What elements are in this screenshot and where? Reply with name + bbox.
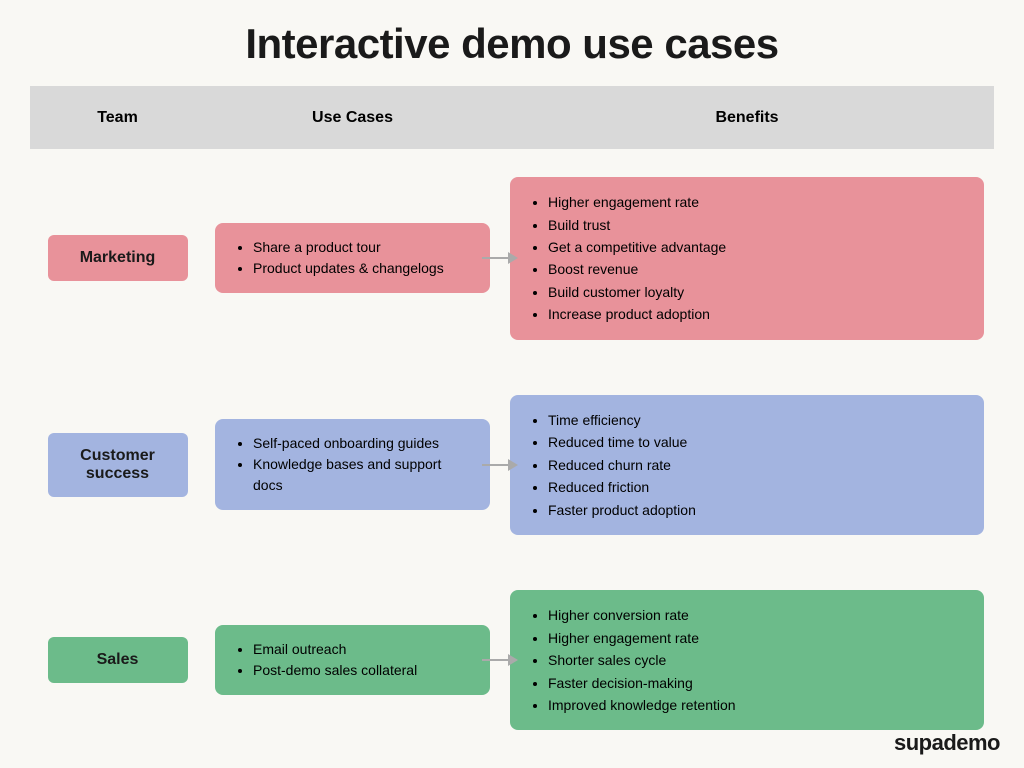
arrow-line xyxy=(482,659,508,661)
list-item: Faster product adoption xyxy=(548,499,966,521)
arrow-head xyxy=(508,252,518,264)
list-item: Faster decision-making xyxy=(548,672,966,694)
header-use-cases: Use Cases xyxy=(205,86,500,149)
arrow-head xyxy=(508,654,518,666)
header-team: Team xyxy=(30,86,205,149)
list-item: Email outreach xyxy=(253,639,472,660)
customer-team-cell: Customer success xyxy=(30,367,205,562)
customer-usecases-box: Self-paced onboarding guides Knowledge b… xyxy=(215,419,490,510)
sales-label: Sales xyxy=(48,637,188,683)
customer-usecases-list: Self-paced onboarding guides Knowledge b… xyxy=(233,433,472,496)
list-item: Higher engagement rate xyxy=(548,627,966,649)
list-item: Reduced time to value xyxy=(548,431,966,453)
list-item: Higher engagement rate xyxy=(548,191,966,213)
list-item: Higher conversion rate xyxy=(548,604,966,626)
marketing-team-cell: Marketing xyxy=(30,149,205,367)
marketing-usecases-cell: Share a product tour Product updates & c… xyxy=(205,149,500,367)
main-table: Team Use Cases Benefits Marketing Share … xyxy=(30,86,994,758)
customer-benefits-cell: Time efficiency Reduced time to value Re… xyxy=(500,367,994,562)
list-item: Share a product tour xyxy=(253,237,472,258)
sales-usecases-cell: Email outreach Post-demo sales collatera… xyxy=(205,563,500,758)
page-title: Interactive demo use cases xyxy=(30,20,994,68)
sales-benefits-list: Higher conversion rate Higher engagement… xyxy=(528,604,966,716)
sales-benefits-box: Higher conversion rate Higher engagement… xyxy=(510,590,984,730)
sales-usecases-list: Email outreach Post-demo sales collatera… xyxy=(233,639,472,681)
list-item: Increase product adoption xyxy=(548,303,966,325)
customer-label: Customer success xyxy=(48,433,188,497)
arrow-line xyxy=(482,464,508,466)
page: Interactive demo use cases Team Use Case… xyxy=(0,0,1024,768)
marketing-usecases-list: Share a product tour Product updates & c… xyxy=(233,237,472,279)
marketing-label: Marketing xyxy=(48,235,188,281)
marketing-usecases-box: Share a product tour Product updates & c… xyxy=(215,223,490,293)
branding-logo: supademo xyxy=(894,730,1000,756)
arrow-customer xyxy=(482,459,518,471)
arrow-graphic xyxy=(482,459,518,471)
list-item: Shorter sales cycle xyxy=(548,649,966,671)
marketing-benefits-box: Higher engagement rate Build trust Get a… xyxy=(510,177,984,339)
arrow-graphic xyxy=(482,252,518,264)
arrow-marketing xyxy=(482,252,518,264)
arrow-graphic xyxy=(482,654,518,666)
marketing-benefits-cell: Higher engagement rate Build trust Get a… xyxy=(500,149,994,367)
header-benefits: Benefits xyxy=(500,86,994,149)
arrow-line xyxy=(482,257,508,259)
customer-benefits-list: Time efficiency Reduced time to value Re… xyxy=(528,409,966,521)
customer-usecases-cell: Self-paced onboarding guides Knowledge b… xyxy=(205,367,500,562)
list-item: Reduced churn rate xyxy=(548,454,966,476)
list-item: Self-paced onboarding guides xyxy=(253,433,472,454)
marketing-benefits-list: Higher engagement rate Build trust Get a… xyxy=(528,191,966,325)
sales-team-cell: Sales xyxy=(30,563,205,758)
list-item: Improved knowledge retention xyxy=(548,694,966,716)
list-item: Product updates & changelogs xyxy=(253,258,472,279)
sales-usecases-box: Email outreach Post-demo sales collatera… xyxy=(215,625,490,695)
arrow-head xyxy=(508,459,518,471)
list-item: Boost revenue xyxy=(548,258,966,280)
sales-benefits-cell: Higher conversion rate Higher engagement… xyxy=(500,563,994,758)
customer-benefits-box: Time efficiency Reduced time to value Re… xyxy=(510,395,984,535)
arrow-sales xyxy=(482,654,518,666)
list-item: Time efficiency xyxy=(548,409,966,431)
list-item: Get a competitive advantage xyxy=(548,236,966,258)
list-item: Reduced friction xyxy=(548,476,966,498)
list-item: Knowledge bases and support docs xyxy=(253,454,472,496)
list-item: Build trust xyxy=(548,214,966,236)
list-item: Build customer loyalty xyxy=(548,281,966,303)
list-item: Post-demo sales collateral xyxy=(253,660,472,681)
